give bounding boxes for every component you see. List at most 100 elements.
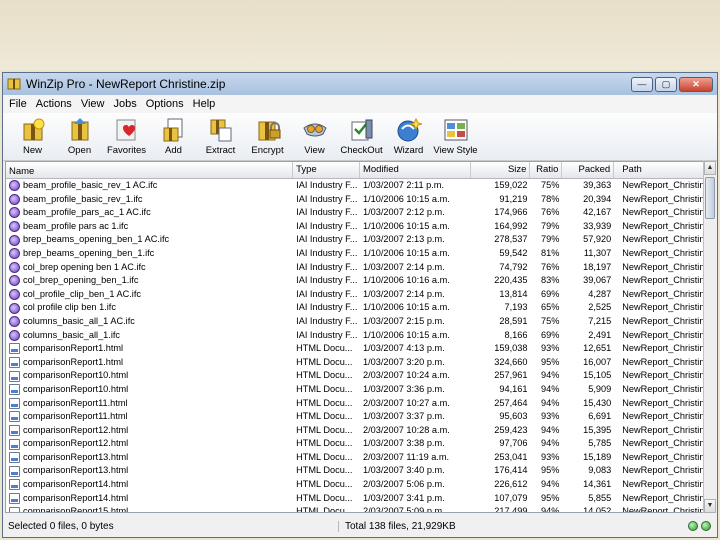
scroll-down-arrow-icon[interactable]: ▼ bbox=[704, 499, 716, 513]
file-type: HTML Docu... bbox=[296, 356, 353, 367]
column-header-modified[interactable]: Modified bbox=[360, 162, 471, 178]
file-row[interactable]: beam_profile_pars_ac_1 AC.ifc IAI Industr… bbox=[6, 206, 704, 220]
scroll-up-arrow-icon[interactable]: ▲ bbox=[704, 161, 716, 175]
file-row[interactable]: comparisonReport13.html HTML Docu... 1/03/… bbox=[6, 464, 704, 478]
file-row[interactable]: comparisonReport11.html HTML Docu... 2/03/… bbox=[6, 397, 704, 411]
file-size: 159,038 bbox=[494, 343, 528, 354]
file-name: beam_profile_pars_ac_1 AC.ifc bbox=[23, 207, 151, 218]
file-ratio: 94% bbox=[540, 370, 560, 381]
file-type: HTML Docu... bbox=[296, 451, 353, 462]
file-packed: 57,920 bbox=[583, 234, 612, 245]
file-row[interactable]: col_brep_opening_ben_1.ifc IAI Industry F… bbox=[6, 274, 704, 288]
file-row[interactable]: beam_profile pars ac 1.ifc IAI Industry F… bbox=[6, 220, 704, 234]
view-style-button[interactable]: View Style bbox=[432, 113, 479, 156]
menu-help[interactable]: Help bbox=[193, 98, 216, 110]
file-row[interactable]: comparisonReport11.html HTML Docu... 1/03/… bbox=[6, 410, 704, 424]
ifc-file-icon bbox=[9, 221, 20, 233]
file-type: IAI Industry F... bbox=[296, 180, 358, 190]
file-modified: 2/03/2007 10:24 a.m. bbox=[362, 370, 450, 381]
file-row[interactable]: comparisonReport12.html HTML Docu... 2/03/… bbox=[6, 424, 704, 438]
file-packed: 33,939 bbox=[583, 220, 612, 231]
file-type: HTML Docu... bbox=[296, 492, 353, 503]
file-type: IAI Industry F... bbox=[296, 207, 358, 218]
file-row[interactable]: columns_basic_all_1.ifc IAI Industry F...… bbox=[6, 329, 704, 343]
file-packed: 11,307 bbox=[583, 247, 612, 258]
new-button[interactable]: New bbox=[9, 113, 56, 156]
menu-actions[interactable]: Actions bbox=[36, 98, 72, 110]
file-size: 74,792 bbox=[499, 261, 528, 272]
minimize-button[interactable]: — bbox=[631, 76, 653, 92]
file-packed: 5,785 bbox=[588, 438, 612, 449]
file-row[interactable]: beam_profile_basic_rev_1 AC.ifc IAI Indus… bbox=[6, 179, 704, 193]
ifc-file-icon bbox=[9, 180, 20, 192]
open-button[interactable]: Open bbox=[56, 113, 103, 156]
html-file-icon bbox=[9, 506, 20, 512]
file-modified: 1/03/2007 3:20 p.m. bbox=[362, 356, 445, 367]
menu-jobs[interactable]: Jobs bbox=[113, 98, 136, 110]
file-row[interactable]: comparisonReport1.html HTML Docu... 1/03/2… bbox=[6, 356, 704, 370]
file-row[interactable]: comparisonReport1.html HTML Docu... 1/03/2… bbox=[6, 342, 704, 356]
scroll-thumb[interactable] bbox=[705, 177, 715, 219]
file-name-cell: comparisonReport11.html bbox=[6, 410, 293, 424]
file-row[interactable]: brep_beams_opening_ben_1 AC.ifc IAI Indus… bbox=[6, 233, 704, 247]
file-ratio: 95% bbox=[540, 465, 560, 476]
file-name-cell: beam_profile_pars_ac_1 AC.ifc bbox=[6, 206, 293, 220]
file-name-cell: col profile clip ben 1.ifc bbox=[6, 301, 293, 315]
file-name-cell: comparisonReport13.html bbox=[6, 451, 293, 465]
file-row[interactable]: comparisonReport10.html HTML Docu... 1/03/… bbox=[6, 383, 704, 397]
menu-file[interactable]: File bbox=[9, 98, 27, 110]
file-row[interactable]: comparisonReport10.html HTML Docu... 2/03/… bbox=[6, 369, 704, 383]
menu-view[interactable]: View bbox=[81, 98, 105, 110]
file-path: NewReport_Christine\IFC Te... bbox=[622, 288, 704, 299]
menu-options[interactable]: Options bbox=[146, 98, 184, 110]
checkout-button[interactable]: CheckOut bbox=[338, 113, 385, 156]
encrypt-button[interactable]: Encrypt bbox=[244, 113, 291, 156]
file-row[interactable]: beam_profile_basic_rev_1.ifc IAI Industry… bbox=[6, 193, 704, 207]
file-ratio: 94% bbox=[540, 424, 560, 435]
file-size: 164,992 bbox=[494, 220, 528, 231]
file-path: NewReport_Christine\NEW_... bbox=[622, 356, 704, 367]
new-label: New bbox=[22, 145, 42, 156]
file-name: comparisonReport15.html bbox=[23, 506, 129, 513]
column-header-size[interactable]: Size bbox=[471, 162, 531, 178]
file-size: 257,464 bbox=[494, 397, 528, 408]
column-header-type[interactable]: Type bbox=[293, 162, 360, 178]
file-row[interactable]: col profile clip ben 1.ifc IAI Industry F… bbox=[6, 301, 704, 315]
file-type: IAI Industry F... bbox=[296, 302, 358, 313]
maximize-button[interactable]: ▢ bbox=[655, 76, 677, 92]
close-button[interactable]: ✕ bbox=[679, 76, 713, 92]
file-name: comparisonReport12.html bbox=[23, 438, 129, 449]
view-button[interactable]: View bbox=[291, 113, 338, 156]
title-bar[interactable]: WinZip Pro - NewReport Christine.zip — ▢… bbox=[3, 73, 717, 95]
file-row[interactable]: columns_basic_all_1 AC.ifc IAI Industry F… bbox=[6, 315, 704, 329]
file-row[interactable]: comparisonReport13.html HTML Docu... 2/03/… bbox=[6, 451, 704, 465]
wizard-button[interactable]: Wizard bbox=[385, 113, 432, 156]
file-row[interactable]: brep_beams_opening_ben_1.ifc IAI Industry… bbox=[6, 247, 704, 261]
file-list[interactable]: Name Type Modified Size Ratio Packed Pat… bbox=[5, 161, 705, 513]
column-header-ratio[interactable]: Ratio bbox=[530, 162, 563, 178]
vertical-scrollbar[interactable]: ▲ ▼ bbox=[703, 161, 716, 513]
file-row[interactable]: comparisonReport14.html HTML Docu... 1/03/… bbox=[6, 492, 704, 506]
file-ratio: 65% bbox=[540, 302, 560, 313]
file-name-cell: comparisonReport14.html bbox=[6, 492, 293, 506]
new-archive-icon bbox=[23, 118, 44, 141]
add-button[interactable]: Add bbox=[150, 113, 197, 156]
favorites-button[interactable]: Favorites bbox=[103, 113, 150, 156]
file-modified: 1/03/2007 3:40 p.m. bbox=[362, 465, 445, 476]
file-row[interactable]: col_brep opening ben 1 AC.ifc IAI Industr… bbox=[6, 261, 704, 275]
file-row[interactable]: comparisonReport12.html HTML Docu... 1/03/… bbox=[6, 437, 704, 451]
column-header-packed[interactable]: Packed bbox=[562, 162, 615, 178]
column-header-path[interactable]: Path bbox=[614, 162, 704, 178]
file-packed: 12,651 bbox=[583, 343, 612, 354]
file-row[interactable]: comparisonReport14.html HTML Docu... 2/03/… bbox=[6, 478, 704, 492]
file-packed: 42,167 bbox=[583, 207, 612, 218]
extract-button[interactable]: Extract bbox=[197, 113, 244, 156]
file-row[interactable]: comparisonReport15.html HTML Docu... 2/03/… bbox=[6, 505, 704, 513]
column-header-name[interactable]: Name bbox=[6, 162, 294, 178]
file-size: 226,612 bbox=[494, 479, 528, 490]
file-modified: 2/03/2007 5:09 p.m. bbox=[362, 506, 445, 513]
file-list-header: Name Type Modified Size Ratio Packed Pat… bbox=[6, 162, 704, 179]
file-row[interactable]: col_profile_clip_ben_1 AC.ifc IAI Industr… bbox=[6, 288, 704, 302]
file-packed: 15,430 bbox=[583, 397, 612, 408]
file-name-cell: comparisonReport12.html bbox=[6, 424, 293, 438]
